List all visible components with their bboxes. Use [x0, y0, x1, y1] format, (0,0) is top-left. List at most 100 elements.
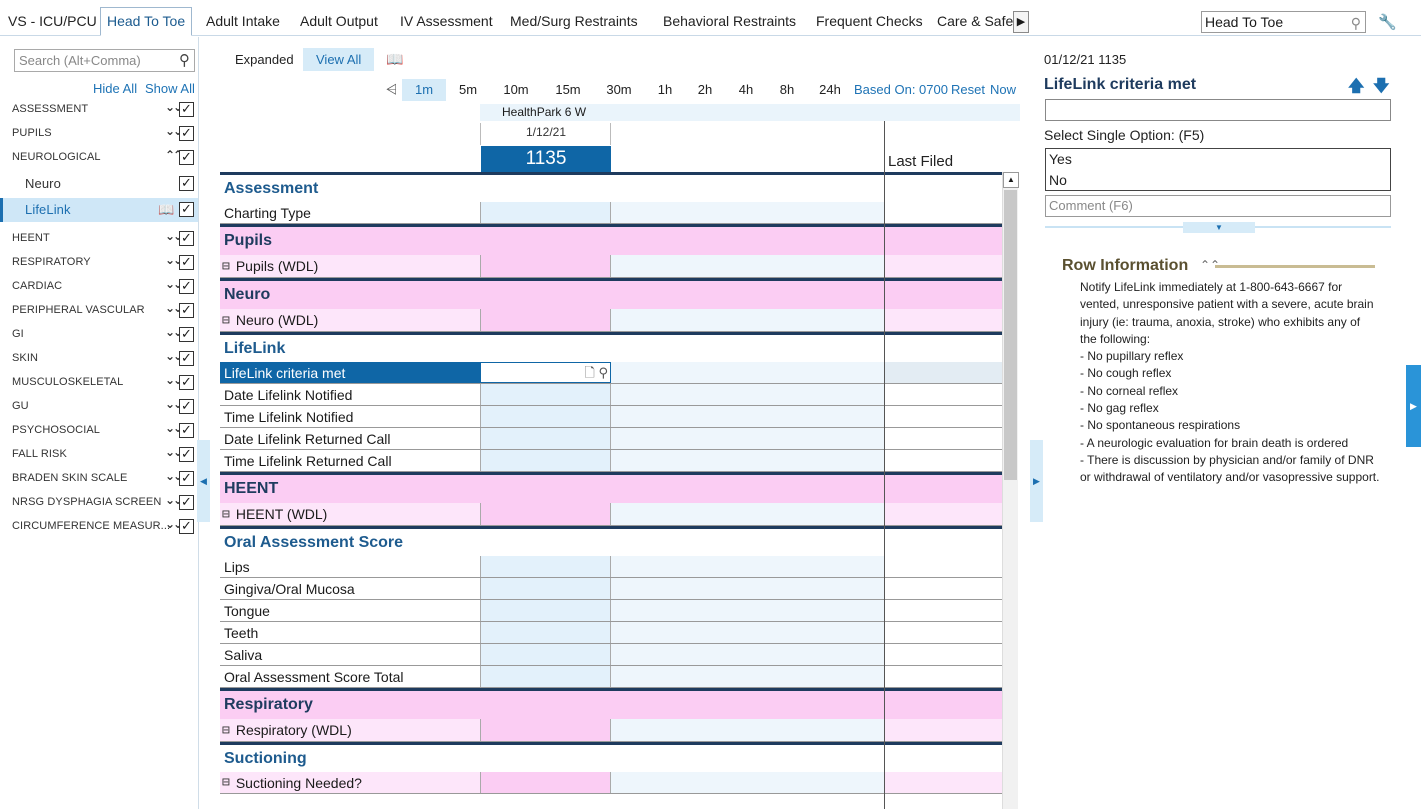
interval-15m[interactable]: 15m	[548, 79, 588, 101]
value-cell[interactable]	[480, 556, 611, 577]
comment-field[interactable]: Comment (F6)	[1045, 195, 1391, 217]
value-cell[interactable]	[480, 666, 611, 687]
view-all-button[interactable]: View All	[303, 48, 375, 71]
nav-item-assessment[interactable]: ASSESSMENT ⌄⌄ ✓	[0, 98, 198, 122]
value-cell[interactable]	[480, 384, 611, 405]
cell-comment-search-icon[interactable]: 🗋 ⚲	[584, 364, 608, 386]
activity-search-input[interactable]: Head To Toe ⚲	[1201, 11, 1366, 33]
nav-checkbox[interactable]: ✓	[179, 471, 194, 486]
value-input[interactable]	[1045, 99, 1391, 121]
nav-checkbox[interactable]: ✓	[179, 255, 194, 270]
column-time-header[interactable]: 1135	[481, 146, 611, 172]
nav-checkbox[interactable]: ✓	[179, 303, 194, 318]
value-cell[interactable]	[480, 309, 611, 331]
nav-item-skin[interactable]: SKIN ⌄⌄ ✓	[0, 347, 198, 371]
more-tabs-arrow-icon[interactable]: ▶	[1013, 11, 1029, 33]
value-cell[interactable]	[480, 644, 611, 665]
scroll-up-arrow-icon[interactable]: ▲	[1003, 172, 1019, 188]
expand-arrow-icon[interactable]: ▼	[1183, 222, 1255, 233]
nav-checkbox[interactable]: ✓	[179, 327, 194, 342]
interval-1h[interactable]: 1h	[645, 79, 685, 101]
now-link[interactable]: Now	[990, 79, 1016, 101]
interval-8h[interactable]: 8h	[767, 79, 807, 101]
value-cell[interactable]	[480, 772, 611, 793]
nav-checkbox[interactable]: ✓	[179, 447, 194, 462]
expanded-button[interactable]: Expanded	[222, 48, 307, 71]
tab-adult-output[interactable]: Adult Output	[294, 8, 384, 36]
nav-checkbox[interactable]: ✓	[179, 202, 194, 217]
nav-checkbox[interactable]: ✓	[179, 231, 194, 246]
nav-checkbox[interactable]: ✓	[179, 102, 194, 117]
value-cell[interactable]: 🗋 ⚲	[480, 362, 611, 383]
value-cell[interactable]	[480, 202, 611, 223]
value-cell[interactable]	[480, 406, 611, 427]
nav-item-fall-risk[interactable]: FALL RISK ⌄⌄ ✓	[0, 443, 198, 467]
wdl-group-icon[interactable]: ⊟	[222, 313, 230, 328]
nav-item-gu[interactable]: GU ⌄⌄ ✓	[0, 395, 198, 419]
interval-24h[interactable]: 24h	[810, 79, 850, 101]
option-yes[interactable]: Yes	[1049, 151, 1072, 167]
collapse-left-panel-handle[interactable]: ◀	[197, 440, 210, 522]
hide-all-link[interactable]: Hide All	[93, 81, 137, 96]
wdl-group-icon[interactable]: ⊟	[222, 775, 230, 790]
nav-item-lifelink[interactable]: LifeLink 📖 ✓	[0, 198, 198, 222]
value-cell[interactable]	[480, 622, 611, 643]
interval-5m[interactable]: 5m	[448, 79, 488, 101]
interval-10m[interactable]: 10m	[496, 79, 536, 101]
vertical-scrollbar[interactable]: ▲	[1002, 172, 1019, 809]
nav-checkbox[interactable]: ✓	[179, 150, 194, 165]
nav-item-neuro[interactable]: Neuro ✓	[0, 172, 198, 196]
wdl-group-icon[interactable]: ⊟	[222, 259, 230, 274]
search-icon[interactable]: ⚲	[1351, 13, 1361, 33]
tab-care-safe[interactable]: Care & Safe	[931, 8, 1013, 36]
option-no[interactable]: No	[1049, 172, 1067, 188]
nav-checkbox[interactable]: ✓	[179, 495, 194, 510]
tab-head-to-toe[interactable]: Head To Toe	[100, 7, 193, 36]
nav-item-nrsg-dysphagia-screen[interactable]: NRSG DYSPHAGIA SCREEN ⌄⌄ ✓	[0, 491, 198, 515]
wrench-icon[interactable]: 🔧	[1378, 13, 1397, 31]
tab-behavioral-restraints[interactable]: Behavioral Restraints	[657, 8, 802, 36]
side-panel-expand-handle[interactable]: ▶	[1406, 365, 1421, 447]
wdl-group-icon[interactable]: ⊟	[222, 723, 230, 738]
value-cell[interactable]	[480, 719, 611, 741]
interval-2h[interactable]: 2h	[685, 79, 725, 101]
tab-vs-icu-pcu[interactable]: VS - ICU/PCU	[2, 8, 103, 36]
nav-item-pupils[interactable]: PUPILS ⌄⌄ ✓	[0, 122, 198, 146]
interval-1m[interactable]: 1m	[402, 79, 446, 101]
nav-checkbox[interactable]: ✓	[179, 375, 194, 390]
nav-checkbox[interactable]: ✓	[179, 399, 194, 414]
tab-adult-intake[interactable]: Adult Intake	[200, 8, 286, 36]
nav-checkbox[interactable]: ✓	[179, 126, 194, 141]
nav-item-psychosocial[interactable]: PSYCHOSOCIAL ⌄⌄ ✓	[0, 419, 198, 443]
based-on-link[interactable]: Based On: 0700	[854, 79, 948, 101]
value-cell[interactable]	[480, 503, 611, 525]
interval-4h[interactable]: 4h	[726, 79, 766, 101]
previous-row-arrow-icon[interactable]: 🡅	[1348, 75, 1364, 102]
tab-iv-assessment[interactable]: IV Assessment	[394, 8, 499, 36]
value-cell[interactable]	[480, 578, 611, 599]
share-icon[interactable]: ⩤	[386, 81, 397, 98]
nav-checkbox[interactable]: ✓	[179, 351, 194, 366]
tab-med-surg-restraints[interactable]: Med/Surg Restraints	[504, 8, 644, 36]
nav-checkbox[interactable]: ✓	[179, 176, 194, 191]
nav-item-braden-skin-scale[interactable]: BRADEN SKIN SCALE ⌄⌄ ✓	[0, 467, 198, 491]
nav-item-neurological[interactable]: NEUROLOGICAL ⌃⌃ ✓	[0, 146, 198, 170]
scrollbar-thumb[interactable]	[1004, 190, 1017, 480]
nav-checkbox[interactable]: ✓	[179, 423, 194, 438]
reset-link[interactable]: Reset	[951, 79, 985, 101]
book-icon[interactable]: 📖	[386, 51, 403, 68]
collapse-right-panel-handle[interactable]: ▶	[1030, 440, 1043, 522]
nav-item-musculoskeletal[interactable]: MUSCULOSKELETAL ⌄⌄ ✓	[0, 371, 198, 395]
book-icon[interactable]: 📖	[158, 202, 174, 218]
nav-item-respiratory[interactable]: RESPIRATORY ⌄⌄ ✓	[0, 251, 198, 275]
nav-item-heent[interactable]: HEENT ⌄⌄ ✓	[0, 227, 198, 251]
value-cell[interactable]	[480, 600, 611, 621]
value-cell[interactable]	[480, 428, 611, 449]
nav-item-gi[interactable]: GI ⌄⌄ ✓	[0, 323, 198, 347]
next-row-arrow-icon[interactable]: 🡇	[1373, 75, 1389, 102]
nav-search-input[interactable]: Search (Alt+Comma) ⚲	[14, 49, 195, 72]
nav-item-circumference-measur[interactable]: CIRCUMFERENCE MEASUR... ⌄⌄ ✓	[0, 515, 198, 539]
value-cell[interactable]	[480, 450, 611, 471]
search-icon[interactable]: ⚲	[179, 50, 190, 71]
wdl-group-icon[interactable]: ⊟	[222, 507, 230, 522]
